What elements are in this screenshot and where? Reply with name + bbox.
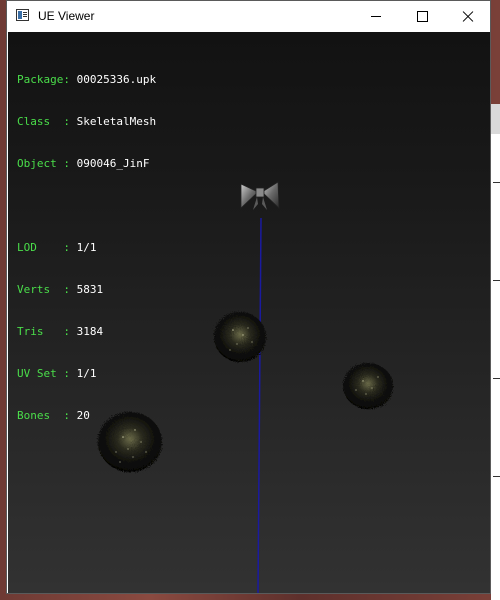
minimize-button[interactable] (353, 1, 399, 32)
info-row-object: Object : 090046_JinF (17, 157, 150, 170)
title-bar[interactable]: UE Viewer (7, 1, 490, 32)
window-icon[interactable] (16, 9, 29, 21)
maximize-icon (416, 11, 428, 22)
window-title: UE Viewer (38, 9, 95, 23)
info-row-lod: LOD : 1/1 (17, 241, 97, 254)
maximize-button[interactable] (399, 1, 445, 32)
bow-mesh-icon (240, 181, 280, 210)
info-row-tris: Tris : 3184 (17, 325, 104, 338)
mesh-blob-right (343, 363, 393, 409)
close-icon (462, 11, 474, 23)
info-row-uvset: UV Set : 1/1 (17, 367, 97, 380)
close-button[interactable] (445, 1, 491, 32)
3d-viewport[interactable]: Package: 00025336.upk Class : SkeletalMe… (8, 32, 490, 593)
ue-viewer-window: UE Viewer Package: 00025336.upk Class: … (6, 0, 491, 594)
info-row-verts: Verts : 5831 (17, 283, 104, 296)
mesh-info-panel: Package: 00025336.upk Class : SkeletalMe… (17, 45, 156, 451)
background-window-edge (491, 104, 500, 600)
info-row-bones: Bones : 20 (17, 409, 90, 422)
info-row-class: Class : SkeletalMesh (17, 115, 157, 128)
bone-line (257, 217, 262, 593)
info-row-package: Package: 00025336.upk (17, 73, 157, 86)
minimize-icon (371, 16, 381, 17)
mesh-blob-center (214, 312, 266, 362)
